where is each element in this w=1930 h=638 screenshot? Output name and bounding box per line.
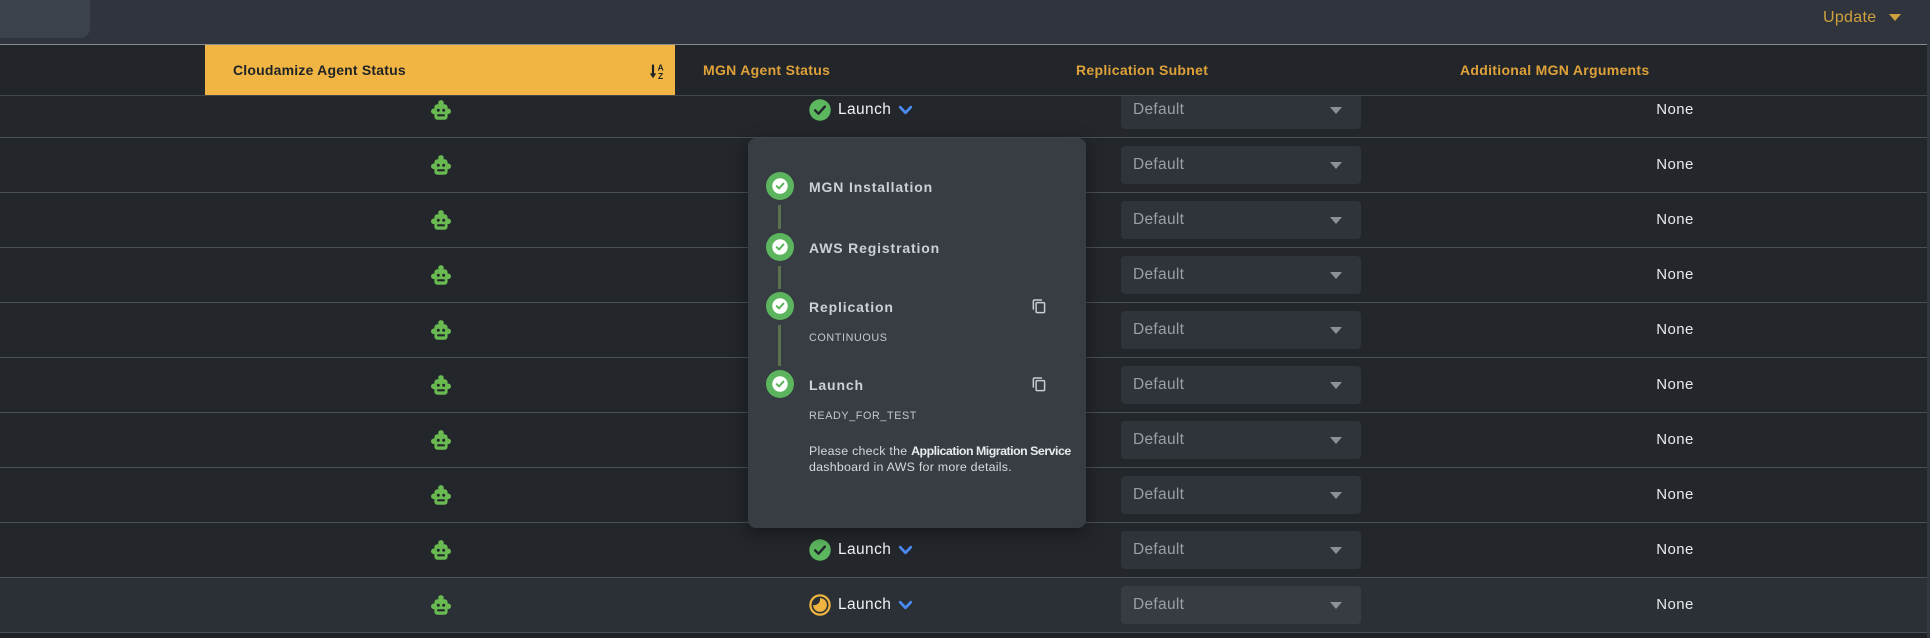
- svg-text:Z: Z: [658, 71, 663, 79]
